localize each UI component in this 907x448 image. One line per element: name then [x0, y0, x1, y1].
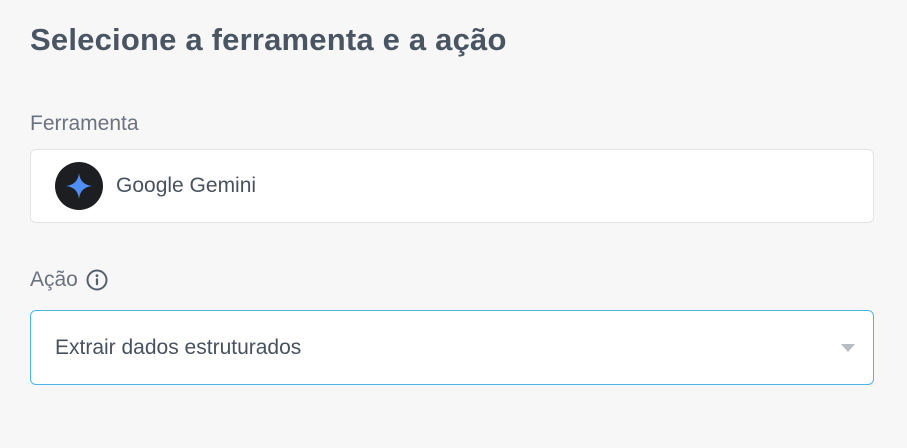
action-select[interactable]: Extrair dados estruturados — [30, 310, 874, 385]
action-label-row: Ação — [30, 268, 108, 292]
tool-label: Ferramenta — [30, 112, 139, 135]
action-selected-value: Extrair dados estruturados — [55, 335, 302, 359]
action-label: Ação — [30, 268, 78, 291]
gemini-avatar — [55, 162, 103, 210]
tool-name: Google Gemini — [116, 174, 257, 197]
chevron-down-icon[interactable] — [841, 343, 855, 352]
page-title: Selecione a ferramenta e a ação — [30, 22, 507, 57]
gemini-sparkle-icon — [66, 173, 92, 199]
tool-field[interactable]: Google Gemini — [30, 149, 874, 223]
info-icon[interactable] — [86, 269, 108, 291]
